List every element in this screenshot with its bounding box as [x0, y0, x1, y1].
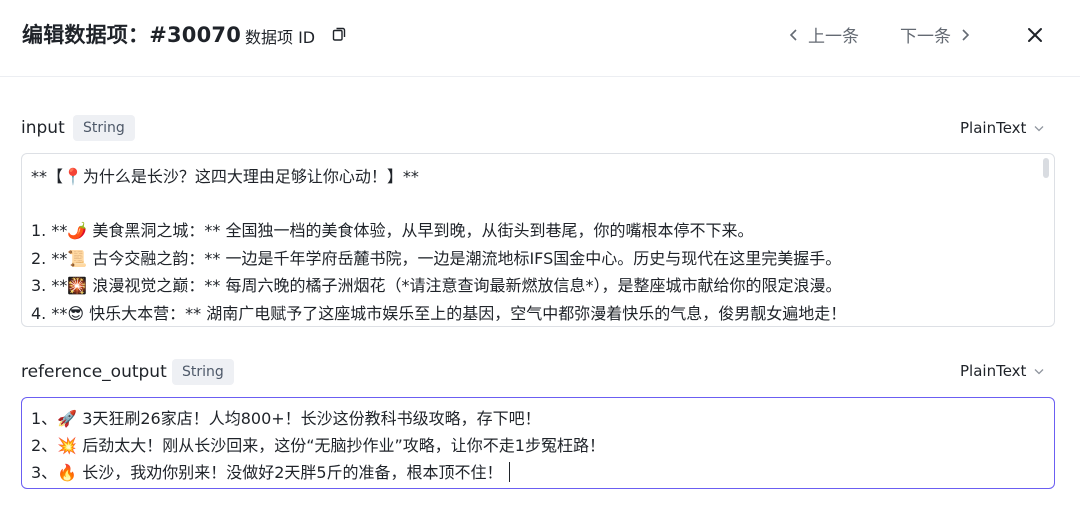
- prev-item-button[interactable]: 上一条: [788, 22, 859, 47]
- text-line-content: 3、🔥 长沙，我劝你别来！没做好2天胖5斤的准备，根本顶不住！: [31, 463, 503, 482]
- field-type-badge: String: [172, 359, 234, 385]
- text-line: 3、🔥 长沙，我劝你别来！没做好2天胖5斤的准备，根本顶不住！: [31, 459, 511, 483]
- text-line: 2. **📜 古今交融之韵：** 一边是千年学府岳麓书院，一边是潮流地标IFS国…: [31, 249, 842, 268]
- prev-item-label: 上一条: [808, 27, 859, 47]
- chevron-right-icon: [962, 28, 970, 41]
- field-name-reference-output: reference_output: [21, 362, 167, 382]
- chevron-down-icon: [1034, 368, 1044, 374]
- dialog-header: 编辑数据项：#30070 数据项 ID 上一条 下一条: [0, 0, 1080, 77]
- copy-icon[interactable]: [331, 26, 347, 42]
- next-item-label: 下一条: [900, 27, 951, 47]
- format-select-value: PlainText: [960, 362, 1027, 380]
- format-select-input[interactable]: PlainText: [960, 119, 1044, 137]
- text-cursor: [508, 462, 511, 482]
- format-select-value: PlainText: [960, 119, 1027, 137]
- scrollbar-thumb[interactable]: [1043, 158, 1049, 178]
- text-line: **【📍为什么是长沙？这四大理由足够让你心动！】**: [31, 167, 419, 186]
- chevron-down-icon: [1034, 125, 1044, 131]
- field-name-input: input: [21, 118, 65, 138]
- item-id-label: 数据项 ID: [245, 28, 316, 47]
- text-line: 4. **😎 快乐大本营：** 湖南广电赋予了这座城市娱乐至上的基因，空气中都弥…: [31, 304, 847, 323]
- text-line: 3. **🎇 浪漫视觉之巅：** 每周六晚的橘子洲烟花（*请注意查询最新燃放信息…: [31, 276, 842, 295]
- input-textarea[interactable]: **【📍为什么是长沙？这四大理由足够让你心动！】** 1. **🌶️ 美食黑洞之…: [21, 153, 1055, 327]
- text-line: 1、🚀 3天狂刷26家店！人均800+！长沙这份教科书级攻略，存下吧！: [31, 409, 541, 428]
- format-select-reference-output[interactable]: PlainText: [960, 362, 1044, 380]
- text-line: 1. **🌶️ 美食黑洞之城：** 全国独一档的美食体验，从早到晚，从街头到巷尾…: [31, 221, 754, 240]
- reference-output-textarea[interactable]: 1、🚀 3天狂刷26家店！人均800+！长沙这份教科书级攻略，存下吧！ 2、💥 …: [21, 397, 1055, 489]
- field-type-badge: String: [73, 115, 135, 141]
- chevron-left-icon: [789, 28, 797, 41]
- page-title: 编辑数据项：#30070: [22, 23, 242, 47]
- next-item-button[interactable]: 下一条: [900, 22, 971, 47]
- text-line: 2、💥 后劲太大！刚从长沙回来，这份“无脑抄作业”攻略，让你不走1步冤枉路！: [31, 436, 605, 455]
- close-icon[interactable]: [1026, 26, 1044, 44]
